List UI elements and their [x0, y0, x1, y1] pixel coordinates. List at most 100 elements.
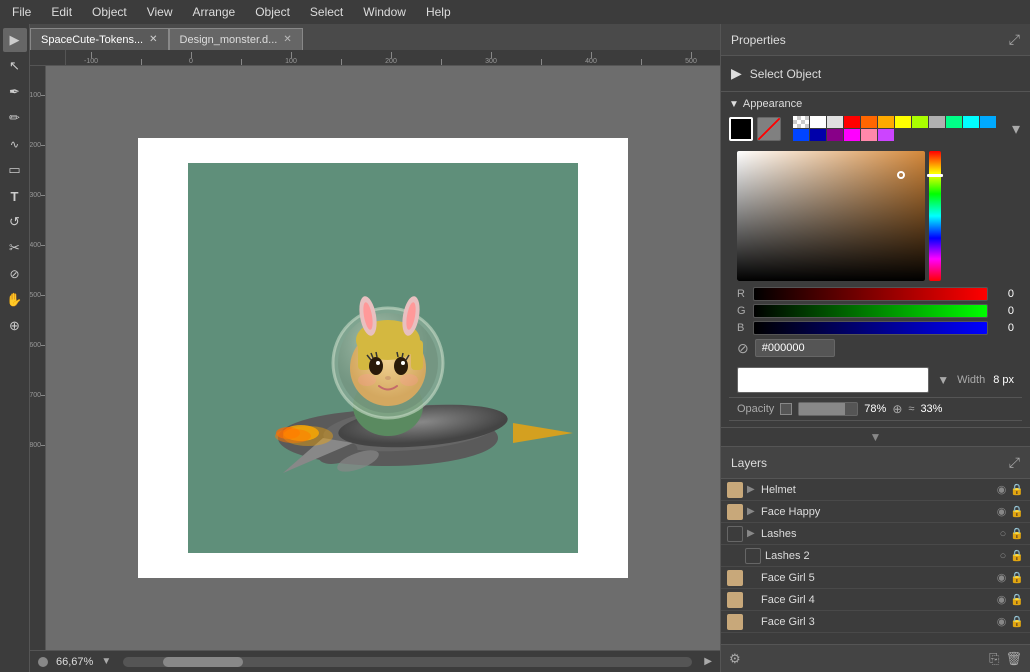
layer-eye-lashes[interactable]: ○	[1000, 528, 1007, 540]
layer-item-face-girl-3[interactable]: Face Girl 3 ◉ 🔒	[721, 611, 1030, 633]
tab-0[interactable]: SpaceCute-Tokens... ✕	[30, 28, 169, 50]
stroke-dropdown[interactable]: ▼	[937, 373, 949, 387]
tool-scissors[interactable]: ✂	[3, 236, 27, 260]
tool-hand[interactable]: ✋	[3, 288, 27, 312]
color-cell-9[interactable]	[963, 116, 979, 128]
layer-eye-helmet[interactable]: ◉	[997, 483, 1007, 496]
layer-lock-face-girl-5[interactable]: 🔒	[1010, 571, 1024, 584]
layer-eye-face-girl-3[interactable]: ◉	[997, 615, 1007, 628]
color-cell-1[interactable]	[827, 116, 843, 128]
hex-input[interactable]	[755, 339, 835, 357]
layers-expand-icon[interactable]: ⤢	[1009, 454, 1020, 471]
tab-1-close[interactable]: ✕	[283, 34, 291, 45]
menu-window[interactable]: Window	[359, 3, 410, 21]
tool-select-arrow[interactable]: ▶	[3, 28, 27, 52]
stroke-preview[interactable]	[737, 367, 929, 393]
eyedropper-icon[interactable]: ⊘	[737, 340, 749, 357]
tool-text[interactable]: T	[3, 184, 27, 208]
canvas-scroll[interactable]	[46, 66, 720, 650]
tab-1[interactable]: Design_monster.d... ✕	[169, 28, 303, 50]
menu-help[interactable]: Help	[422, 3, 455, 21]
center-area: SpaceCute-Tokens... ✕ Design_monster.d..…	[30, 24, 720, 672]
opacity-checkbox[interactable]	[780, 403, 792, 415]
color-cell-4[interactable]	[878, 116, 894, 128]
menu-object[interactable]: Object	[88, 3, 131, 21]
opacity-bar[interactable]	[798, 402, 858, 416]
color-cell-12[interactable]	[810, 129, 826, 141]
menu-view[interactable]: View	[143, 3, 177, 21]
menu-file[interactable]: File	[8, 3, 35, 21]
layer-item-lashes[interactable]: ▶ Lashes ○ 🔒	[721, 523, 1030, 545]
color-cell-3[interactable]	[861, 116, 877, 128]
scroll-bar-bottom[interactable]	[123, 657, 692, 667]
scroll-right-arrow[interactable]: ▶	[704, 656, 712, 667]
layer-eye-face-happy[interactable]: ◉	[997, 505, 1007, 518]
color-cell-2[interactable]	[844, 116, 860, 128]
color-cell-14[interactable]	[844, 129, 860, 141]
layer-lock-face-happy[interactable]: 🔒	[1010, 505, 1024, 518]
hue-bar[interactable]	[929, 151, 941, 281]
tool-rectangle[interactable]: ▭	[3, 158, 27, 182]
b-slider[interactable]	[753, 321, 988, 335]
ruler-mark	[616, 59, 666, 65]
layer-lock-lashes-2[interactable]: 🔒	[1010, 549, 1024, 562]
layer-eye-face-girl-5[interactable]: ◉	[997, 571, 1007, 584]
color-cell-10[interactable]	[980, 116, 996, 128]
tool-direct-select[interactable]: ↖	[3, 54, 27, 78]
tool-rotate[interactable]: ↺	[3, 210, 27, 234]
appearance-collapse[interactable]: ▼	[729, 99, 739, 110]
menu-object2[interactable]: Object	[251, 3, 294, 21]
canvas-content[interactable]	[188, 163, 578, 553]
menu-edit[interactable]: Edit	[47, 3, 76, 21]
tab-0-close[interactable]: ✕	[149, 34, 157, 45]
color-cell-5[interactable]	[895, 116, 911, 128]
layer-item-helmet[interactable]: ▶ Helmet ◉ 🔒	[721, 479, 1030, 501]
layer-item-lashes-2[interactable]: Lashes 2 ○ 🔒	[721, 545, 1030, 567]
layer-lock-face-girl-4[interactable]: 🔒	[1010, 593, 1024, 606]
layer-lock-face-girl-3[interactable]: 🔒	[1010, 615, 1024, 628]
layers-delete-icon[interactable]: 🗑	[1005, 651, 1022, 667]
tool-pen[interactable]: ✒	[3, 80, 27, 104]
layers-list[interactable]: ▶ Helmet ◉ 🔒 ▶ Face Happy ◉ 🔒	[721, 479, 1030, 644]
color-cell-8[interactable]	[946, 116, 962, 128]
tool-bezier[interactable]: ∿	[3, 132, 27, 156]
color-cell-16[interactable]	[878, 129, 894, 141]
layer-expand-face-happy[interactable]: ▶	[747, 506, 757, 517]
zoom-arrow-down[interactable]: ▼	[101, 656, 111, 667]
layer-item-face-happy[interactable]: ▶ Face Happy ◉ 🔒	[721, 501, 1030, 523]
ruler-mark: 0	[166, 52, 216, 65]
color-cell-7[interactable]	[929, 116, 945, 128]
color-cell-white[interactable]	[810, 116, 826, 128]
properties-expand-icon[interactable]: ⤢	[1009, 31, 1020, 48]
layer-item-face-girl-4[interactable]: Face Girl 4 ◉ 🔒	[721, 589, 1030, 611]
tool-eyedropper[interactable]: ⊘	[3, 262, 27, 286]
menu-select[interactable]: Select	[306, 3, 347, 21]
color-cell-6[interactable]	[912, 116, 928, 128]
layer-lock-lashes[interactable]: 🔒	[1010, 527, 1024, 540]
r-slider[interactable]	[753, 287, 988, 301]
color-cell-11[interactable]	[793, 129, 809, 141]
layer-eye-lashes-2[interactable]: ○	[1000, 550, 1007, 562]
layer-lock-helmet[interactable]: 🔒	[1010, 483, 1024, 496]
color-spectrum[interactable]	[737, 151, 925, 281]
ruler-mark	[116, 59, 166, 65]
collapse-button[interactable]: ▼	[721, 428, 1030, 447]
menu-arrange[interactable]: Arrange	[189, 3, 240, 21]
layer-expand-helmet[interactable]: ▶	[747, 484, 757, 495]
color-cell-13[interactable]	[827, 129, 843, 141]
g-label: G	[737, 305, 747, 317]
color-cell-15[interactable]	[861, 129, 877, 141]
layers-copy-icon[interactable]: ⎘	[989, 651, 999, 667]
layer-eye-face-girl-4[interactable]: ◉	[997, 593, 1007, 606]
link-icon[interactable]: ⊕	[892, 402, 902, 416]
layer-expand-lashes[interactable]: ▶	[747, 528, 757, 539]
layers-settings-icon[interactable]: ⚙	[729, 651, 741, 667]
color-grid-more[interactable]: ▾	[1010, 119, 1022, 139]
layer-item-face-girl-5[interactable]: Face Girl 5 ◉ 🔒	[721, 567, 1030, 589]
tool-pencil[interactable]: ✏	[3, 106, 27, 130]
tool-zoom[interactable]: ⊕	[3, 314, 27, 338]
fill-swatch[interactable]	[729, 117, 753, 141]
g-slider[interactable]	[753, 304, 988, 318]
color-cell-checker[interactable]	[793, 116, 809, 128]
stroke-swatch[interactable]	[757, 117, 781, 141]
